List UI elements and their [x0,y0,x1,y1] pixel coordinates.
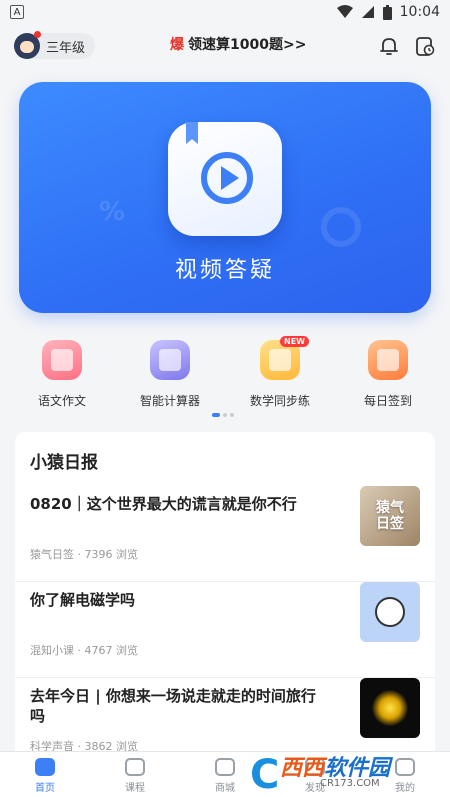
article-meta: 猿气日签 · 7396 浏览 [30,548,138,561]
list-item[interactable]: 0820｜这个世界最大的谎言就是你不行 猿气日签 · 7396 浏览 猿气 日签 [15,486,435,582]
calendar-checkin-icon [368,340,408,380]
banner-title: 视频答疑 [174,258,275,283]
signal-icon [361,6,374,18]
article-title: 你了解电磁学吗 [30,591,136,609]
article-title: 去年今日 | 你想来一场说走就走的时间旅行吗 [30,687,316,725]
tool-checkin[interactable]: 每日签到 [343,340,433,409]
percent-deco-icon: % [99,197,126,227]
video-play-icon [168,122,282,236]
shop-bag-icon [215,757,235,776]
hot-badge-icon: 爆 [170,37,184,53]
site-watermark: C 西西软件园 CR173.COM [250,744,446,797]
status-time: 10:04 [399,4,440,20]
new-badge: NEW [280,336,309,347]
home-icon [35,757,55,776]
grade-label: 三年级 [46,40,86,56]
nav-home[interactable]: 首页 [0,752,90,797]
wifi-icon [336,5,353,18]
tool-math-practice[interactable]: 数学同步练 [235,340,325,409]
battery-icon [382,4,392,20]
promo-link[interactable]: 爆 领速算1000题>> [170,34,306,54]
watermark-sub: CR173.COM [320,778,380,789]
course-play-icon [125,757,145,776]
app-header: 三年级 爆 领速算1000题>> [0,24,450,68]
article-thumbnail [360,678,420,738]
avatar[interactable] [14,31,41,59]
homework-history-icon[interactable] [414,35,436,57]
nav-courses[interactable]: 课程 [90,752,180,797]
tool-calculator[interactable]: 智能计算器 [125,340,215,409]
daily-report-card: 小猿日报 0820｜这个世界最大的谎言就是你不行 猿气日签 · 7396 浏览 … [15,432,435,762]
tool-label: 数学同步练 [249,394,310,408]
nav-label: 首页 [35,782,55,794]
bell-icon[interactable] [378,35,400,57]
grade-selector[interactable]: 三年级 [14,31,96,59]
tool-label: 语文作文 [37,394,86,408]
page-indicator [212,413,234,417]
quick-tools: 语文作文 智能计算器 数学同步练 NEW 每日签到 [0,336,450,410]
tool-label: 每日签到 [363,394,412,408]
essay-book-icon [42,340,82,380]
status-right: 10:04 [336,4,440,20]
tool-label: 智能计算器 [139,394,200,408]
video-qa-banner[interactable]: % 视频答疑 [19,82,431,313]
notification-icon: A [10,5,24,19]
nav-label: 商城 [215,782,235,794]
article-thumbnail [360,582,420,642]
article-title: 0820｜这个世界最大的谎言就是你不行 [30,495,297,513]
watermark-logo-icon: C [250,752,280,797]
calculator-icon [150,340,190,380]
thumb-text: 猿气 日签 [376,500,404,532]
article-meta: 混知小课 · 4767 浏览 [30,644,138,657]
circle-deco-icon [321,207,361,247]
list-item[interactable]: 你了解电磁学吗 混知小课 · 4767 浏览 [15,582,435,678]
tool-essay[interactable]: 语文作文 [17,340,107,409]
article-thumbnail: 猿气 日签 [360,486,420,546]
nav-label: 课程 [125,782,145,794]
status-bar: A 10:04 [0,0,450,24]
section-title: 小猿日报 [30,453,98,473]
promo-text: 领速算1000题>> [188,37,307,53]
